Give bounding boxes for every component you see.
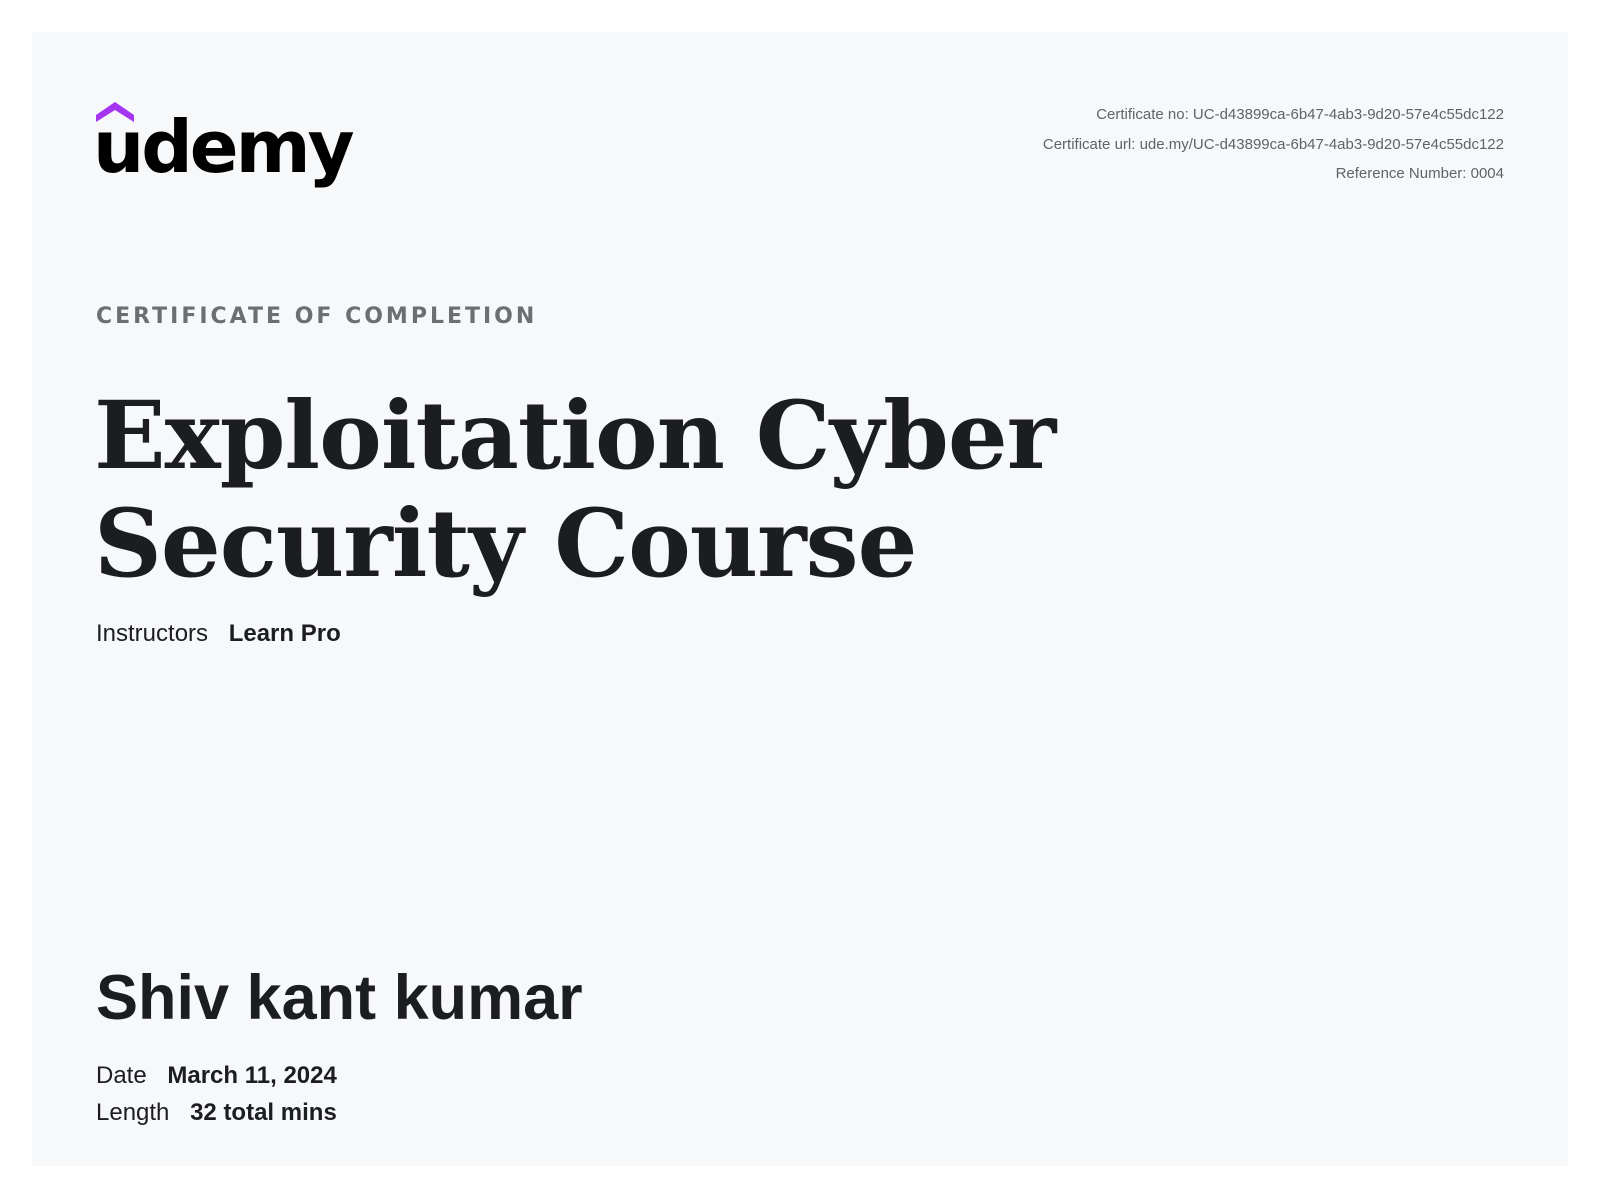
instructors-line: Instructors Learn Pro — [96, 620, 341, 648]
date-value: March 11, 2024 — [167, 1062, 337, 1089]
date-label: Date — [96, 1062, 147, 1089]
udemy-logo: udemy — [96, 96, 366, 196]
length-row: Length 32 total mins — [96, 1094, 337, 1131]
reference-number: Reference Number: 0004 — [1335, 165, 1504, 182]
course-title: Exploitation Cyber Security Course — [94, 381, 1056, 599]
date-row: Date March 11, 2024 — [96, 1057, 337, 1094]
instructors-label: Instructors — [96, 620, 209, 647]
recipient-name: Shiv kant kumar — [96, 963, 583, 1033]
length-value: 32 total mins — [190, 1099, 337, 1126]
certificate-meta: Certificate no: UC-d43899ca-6b47-4ab3-9d… — [1043, 100, 1504, 189]
course-details: Date March 11, 2024 Length 32 total mins — [96, 1057, 337, 1131]
instructors-value: Learn Pro — [228, 620, 341, 647]
length-label: Length — [96, 1099, 170, 1126]
certificate-card: udemy Certificate no: UC-d43899ca-6b47-4… — [32, 32, 1568, 1166]
certificate-number: Certificate no: UC-d43899ca-6b47-4ab3-9d… — [1096, 106, 1504, 123]
udemy-logo-wordmark: udemy — [96, 105, 354, 189]
certificate-url: Certificate url: ude.my/UC-d43899ca-6b47… — [1042, 135, 1504, 153]
certificate-heading: CERTIFICATE OF COMPLETION — [96, 304, 538, 329]
